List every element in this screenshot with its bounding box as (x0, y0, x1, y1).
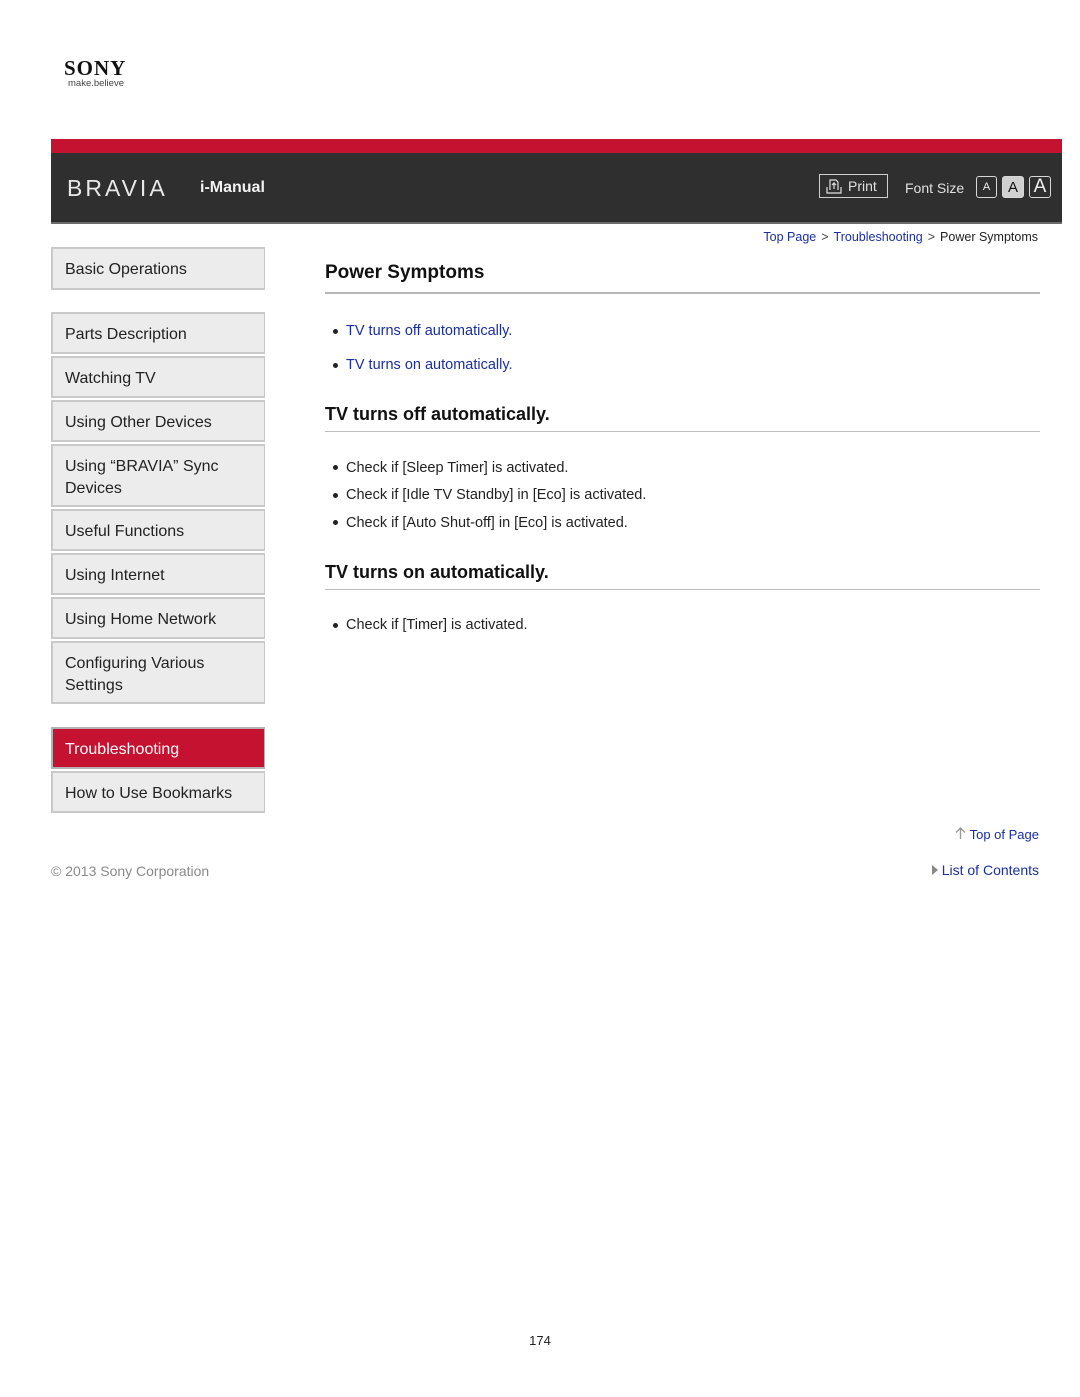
copyright: © 2013 Sony Corporation (51, 863, 210, 879)
breadcrumb-current: Power Symptoms (940, 230, 1038, 244)
sidebar-item-basic-operations[interactable]: Basic Operations (51, 247, 265, 290)
breadcrumb-separator: > (927, 230, 936, 244)
bullet-icon (333, 622, 338, 628)
page-number: 174 (529, 1333, 551, 1348)
sidebar-item-configuring-settings[interactable]: Configuring Various Settings (51, 641, 265, 704)
sony-wordmark: SONY (64, 56, 127, 80)
check-item: Check if [Idle TV Standby] in [Eco] is a… (325, 482, 1040, 510)
font-size-medium-button[interactable]: A (1002, 176, 1024, 198)
breadcrumb-troubleshooting[interactable]: Troubleshooting (834, 230, 923, 244)
top-of-page-link[interactable]: Top of Page (955, 827, 1039, 842)
check-list-turns-on: Check if [Timer] is activated. (325, 612, 1040, 640)
toc-item: TV turns off automatically. (325, 314, 1040, 348)
sidebar-item-watching-tv[interactable]: Watching TV (51, 356, 265, 398)
check-item-text: Check if [Sleep Timer] is activated. (346, 459, 569, 476)
bullet-icon (333, 492, 338, 498)
toc-link-turns-off[interactable]: TV turns off automatically. (346, 323, 512, 339)
sidebar-item-bookmarks[interactable]: How to Use Bookmarks (51, 771, 265, 813)
sony-logo: SONY make.believe (64, 58, 154, 90)
list-of-contents-label[interactable]: List of Contents (942, 862, 1039, 878)
bullet-icon (333, 328, 338, 334)
breadcrumb-separator: > (821, 230, 829, 244)
check-item-text: Check if [Timer] is activated. (346, 617, 528, 634)
bullet-icon (333, 362, 338, 368)
check-item: Check if [Auto Shut-off] in [Eco] is act… (325, 509, 1040, 537)
header-red-stripe (51, 139, 1062, 153)
list-of-contents-link[interactable]: List of Contents (931, 862, 1039, 878)
font-size-large-button[interactable]: A (1029, 176, 1051, 198)
sidebar-nav: Basic Operations Parts Description Watch… (51, 247, 265, 815)
triangle-right-icon (931, 862, 938, 878)
check-item-text: Check if [Idle TV Standby] in [Eco] is a… (346, 487, 647, 504)
page-title: Power Symptoms (325, 262, 1040, 294)
font-size-label: Font Size (905, 180, 965, 196)
sidebar-item-using-internet[interactable]: Using Internet (51, 553, 265, 595)
top-of-page-label[interactable]: Top of Page (970, 827, 1039, 842)
header-bottom-edge (51, 222, 1062, 224)
bullet-icon (333, 465, 338, 471)
sidebar-item-using-other-devices[interactable]: Using Other Devices (51, 400, 265, 442)
app-title: i-Manual (200, 179, 265, 196)
sony-tagline: make.believe (68, 78, 124, 89)
sidebar-item-useful-functions[interactable]: Useful Functions (51, 509, 265, 551)
font-size-small-button[interactable]: A (976, 176, 997, 198)
print-label: Print (848, 178, 877, 194)
check-item: Check if [Timer] is activated. (325, 612, 1040, 640)
toc-item: TV turns on automatically. (325, 348, 1040, 382)
printer-icon (826, 178, 842, 194)
sidebar-item-bravia-sync[interactable]: Using “BRAVIA” Sync Devices (51, 444, 265, 507)
breadcrumb-top-page[interactable]: Top Page (763, 230, 816, 244)
sidebar-item-parts-description[interactable]: Parts Description (51, 312, 265, 354)
arrow-up-icon (955, 827, 966, 842)
breadcrumb: Top Page > Troubleshooting > Power Symptoms (763, 230, 1038, 244)
toc-list: TV turns off automatically. TV turns on … (325, 314, 1040, 382)
header-bar: BRAVIA i-Manual Print Font Size A A A (51, 139, 1062, 224)
check-item: Check if [Sleep Timer] is activated. (325, 454, 1040, 482)
main-content: Power Symptoms TV turns off automaticall… (325, 262, 1040, 639)
bullet-icon (333, 520, 338, 526)
sidebar-item-troubleshooting[interactable]: Troubleshooting (51, 727, 265, 769)
section-title-turns-on: TV turns on automatically. (325, 562, 1040, 590)
check-item-text: Check if [Auto Shut-off] in [Eco] is act… (346, 514, 628, 531)
check-list-turns-off: Check if [Sleep Timer] is activated. Che… (325, 454, 1040, 537)
print-button[interactable]: Print (819, 174, 888, 198)
sidebar-item-home-network[interactable]: Using Home Network (51, 597, 265, 639)
bravia-logo: BRAVIA (67, 175, 168, 201)
toc-link-turns-on[interactable]: TV turns on automatically. (346, 357, 513, 373)
section-title-turns-off: TV turns off automatically. (325, 404, 1040, 432)
